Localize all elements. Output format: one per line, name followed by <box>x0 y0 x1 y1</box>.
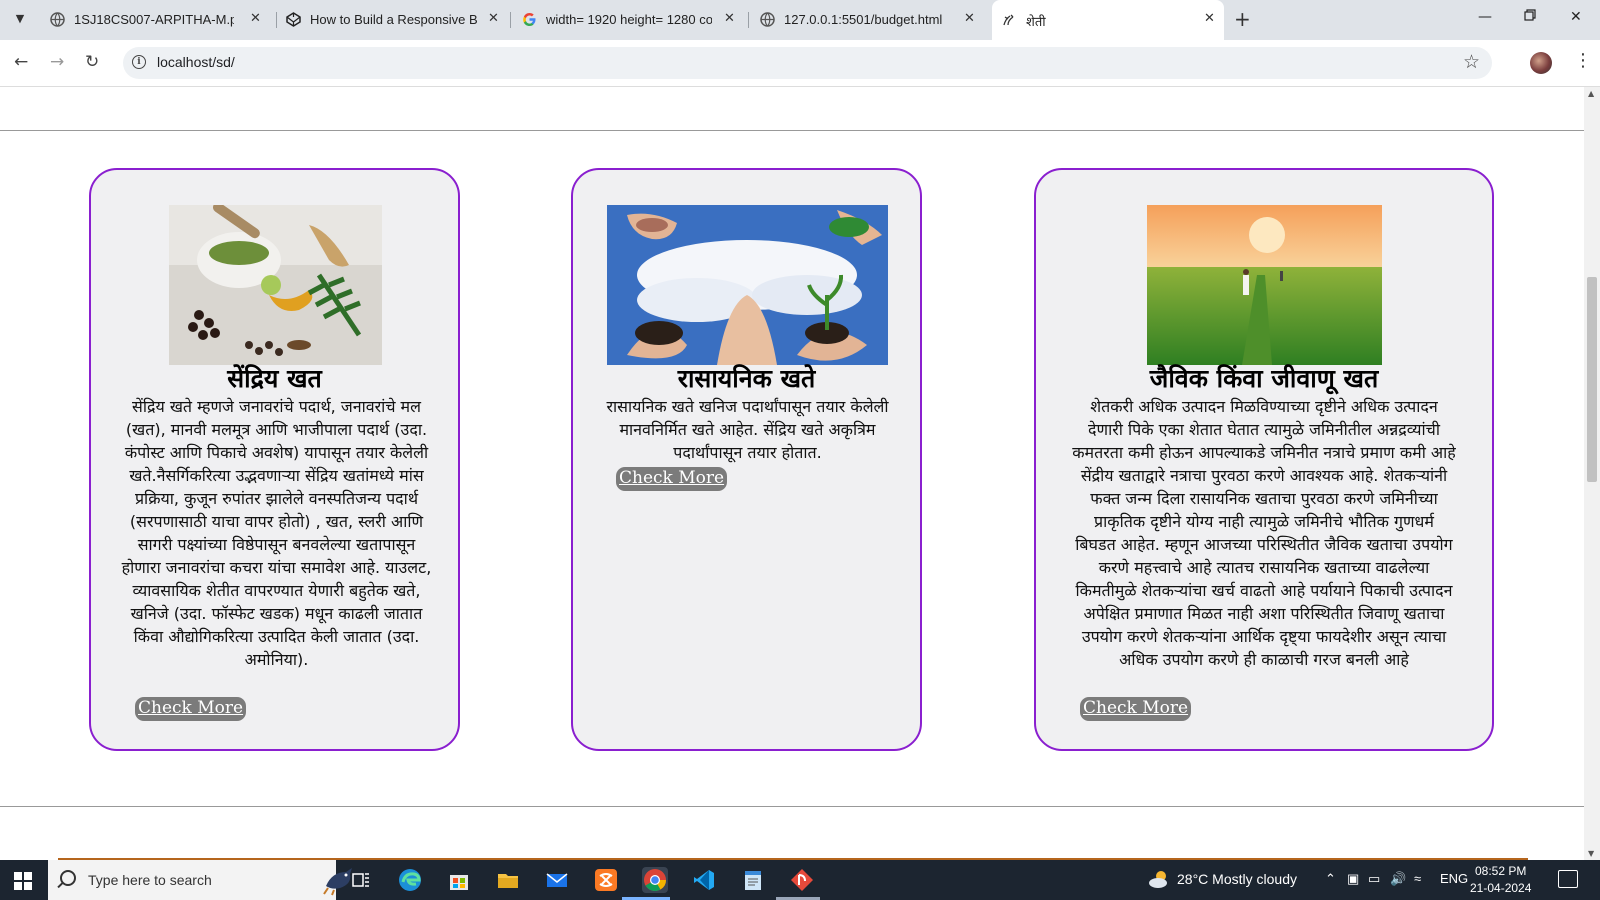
card-title: जैविक किंवा जीवाणू खत <box>1149 364 1379 393</box>
vscode-icon[interactable] <box>691 867 717 893</box>
close-icon[interactable]: ✕ <box>724 10 735 26</box>
bottom-divider <box>0 806 1584 807</box>
close-icon[interactable]: ✕ <box>964 10 975 26</box>
microsoft-store-icon[interactable] <box>446 867 472 893</box>
close-icon[interactable]: ✕ <box>488 10 499 26</box>
scroll-up-arrow-icon[interactable]: ▲ <box>1588 89 1594 98</box>
forward-arrow-icon[interactable]: → <box>50 52 64 72</box>
restore-icon[interactable] <box>1524 9 1536 25</box>
language-indicator[interactable]: ENG <box>1440 871 1468 886</box>
card-description: रासायनिक खते खनिज पदार्थांपासून तयार केल… <box>606 397 889 462</box>
tab-label: 1SJ18CS007-ARPITHA-M.pdf <box>74 12 234 27</box>
url-text[interactable]: localhost/sd/ <box>157 54 235 70</box>
tab-label: शेती <box>1026 14 1046 29</box>
check-more-button[interactable]: Check More <box>135 697 247 721</box>
card-description: सेंद्रिय खते म्हणजे जनावरांचे पदार्थ, जन… <box>121 397 432 669</box>
tab-google[interactable]: width= 1920 height= 1280 con ✕ <box>512 0 744 40</box>
clock-time: 08:52 PM <box>1475 864 1527 878</box>
file-explorer-icon[interactable] <box>495 867 521 893</box>
page-viewport: सेंद्रिय खत सेंद्रिय खते म्हणजे जनावरांच… <box>0 87 1584 860</box>
taskbar-search-box[interactable]: Type here to search <box>48 860 352 900</box>
page-scrollbar[interactable]: ▲ ▼ <box>1584 87 1600 860</box>
globe-icon <box>50 12 65 27</box>
check-more-button[interactable]: Check More <box>1080 697 1192 721</box>
bookmark-star-icon[interactable]: ☆ <box>1463 51 1480 73</box>
organic-herbs-image <box>169 205 382 365</box>
card-organic-fertilizer: सेंद्रिय खत सेंद्रिय खते म्हणजे जनावरांच… <box>89 168 460 751</box>
tab-strip: ▼ 1SJ18CS007-ARPITHA-M.pdf ✕ How to Buil… <box>0 0 1600 40</box>
close-icon[interactable]: ✕ <box>1204 10 1215 26</box>
farm-favicon-icon <box>1002 12 1017 27</box>
edge-browser-icon[interactable] <box>397 867 423 893</box>
more-menu-icon[interactable]: ⋮ <box>1574 50 1592 71</box>
codepen-icon <box>286 12 301 27</box>
scroll-down-arrow-icon[interactable]: ▼ <box>1588 849 1594 858</box>
card-title: सेंद्रिय खत <box>227 364 322 393</box>
card-description: शेतकरी अधिक उत्पादन मिळविण्याच्या दृष्टी… <box>1072 397 1456 669</box>
search-icon <box>60 870 76 886</box>
tab-sheti-active[interactable]: शेती ✕ <box>992 0 1224 40</box>
chrome-icon[interactable] <box>642 867 668 893</box>
tab-label: 127.0.0.1:5501/budget.html <box>784 12 943 27</box>
tab-divider <box>510 12 511 28</box>
card-bio-fertilizer: जैविक किंवा जीवाणू खत शेतकरी अधिक उत्पाद… <box>1034 168 1494 751</box>
mail-icon[interactable] <box>544 867 570 893</box>
green-field-farmer-image <box>1147 205 1382 365</box>
check-more-button[interactable]: Check More <box>616 467 728 491</box>
network-adapter-icon[interactable]: ▣ <box>1347 871 1359 887</box>
tab-responsive[interactable]: How to Build a Responsive Boo ✕ <box>276 0 508 40</box>
scrollbar-thumb[interactable] <box>1587 277 1597 482</box>
weather-cloud-icon[interactable] <box>1148 868 1170 890</box>
windows-taskbar: Type here to search 28°C Mostly cloudy ⌃… <box>0 860 1600 900</box>
window-close-icon[interactable]: ✕ <box>1570 9 1582 25</box>
tab-search-chevron-icon[interactable]: ▼ <box>8 7 32 31</box>
reload-icon[interactable]: ↻ <box>85 52 99 72</box>
top-divider <box>0 130 1584 131</box>
git-app-icon[interactable] <box>789 867 815 893</box>
battery-icon[interactable]: ▭ <box>1368 871 1380 887</box>
notification-center-icon[interactable] <box>1558 870 1578 888</box>
task-view-icon[interactable] <box>348 867 374 893</box>
tab-divider <box>748 12 749 28</box>
site-info-icon[interactable]: i <box>132 55 146 69</box>
system-clock[interactable]: 08:52 PM 21-04-2024 <box>1470 863 1531 897</box>
profile-avatar[interactable] <box>1530 52 1552 74</box>
address-toolbar: ← → ↻ i localhost/sd/ ☆ ⋮ <box>0 40 1600 87</box>
windows-start-icon[interactable] <box>14 872 32 890</box>
card-chemical-fertilizer: रासायनिक खते रासायनिक खते खनिज पदार्थांप… <box>571 168 922 751</box>
card-title: रासायनिक खते <box>677 364 816 393</box>
notepad-icon[interactable] <box>740 867 766 893</box>
minimize-icon[interactable]: — <box>1478 9 1492 25</box>
new-tab-plus-icon[interactable]: + <box>1234 8 1251 30</box>
back-arrow-icon[interactable]: ← <box>14 52 28 72</box>
weather-text[interactable]: 28°C Mostly cloudy <box>1177 871 1297 887</box>
search-placeholder[interactable]: Type here to search <box>88 872 212 888</box>
volume-icon[interactable]: 🔊 <box>1390 871 1406 887</box>
tab-label: width= 1920 height= 1280 con <box>546 12 712 27</box>
tab-budget[interactable]: 127.0.0.1:5501/budget.html ✕ <box>750 0 982 40</box>
globe-icon <box>760 12 775 27</box>
omnibox[interactable]: i localhost/sd/ ☆ <box>123 47 1492 79</box>
google-icon <box>522 12 537 27</box>
tray-chevron-icon[interactable]: ⌃ <box>1325 871 1336 887</box>
tab-label: How to Build a Responsive Boo <box>310 12 478 27</box>
close-icon[interactable]: ✕ <box>250 10 261 26</box>
xampp-icon[interactable] <box>593 867 619 893</box>
hands-soil-sky-image <box>607 205 888 365</box>
tab-pdf[interactable]: 1SJ18CS007-ARPITHA-M.pdf ✕ <box>40 0 272 40</box>
wifi-icon[interactable]: ≈ <box>1414 871 1421 886</box>
clock-date: 21-04-2024 <box>1470 881 1532 895</box>
